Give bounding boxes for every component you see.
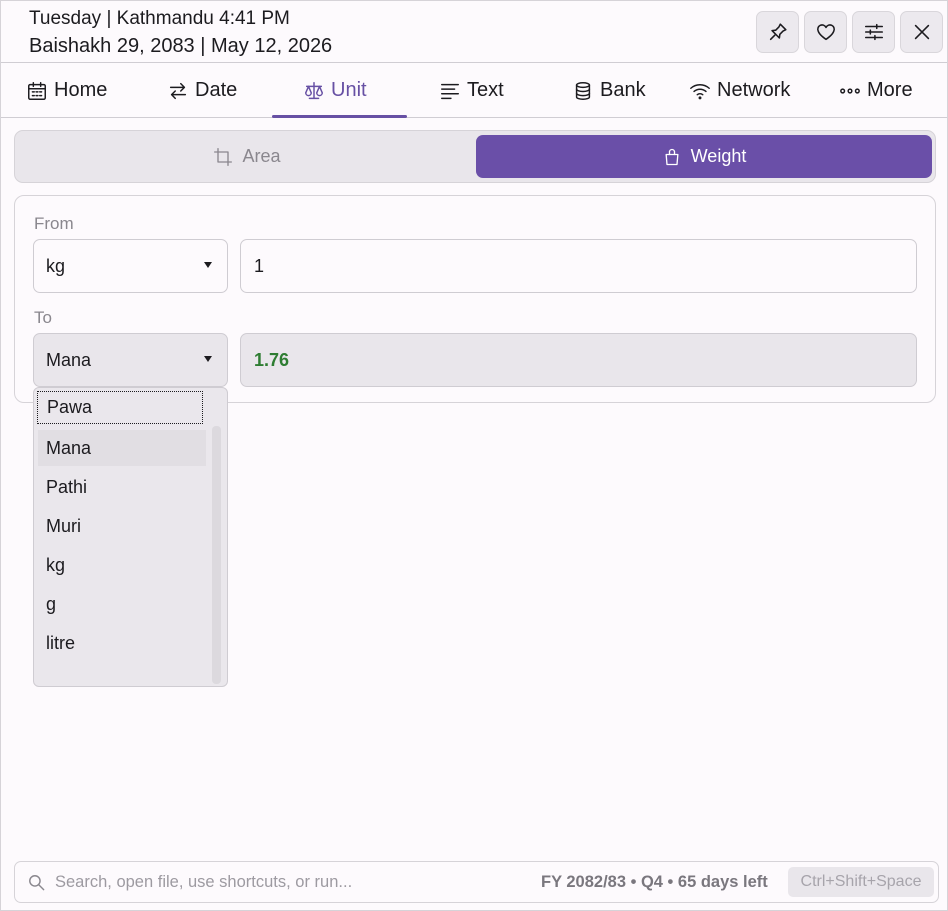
tab-unit-label: Unit bbox=[331, 79, 367, 101]
wifi-icon bbox=[690, 83, 710, 99]
from-unit-value: kg bbox=[46, 255, 66, 276]
search-icon bbox=[29, 875, 45, 891]
dropdown-option[interactable]: Muri bbox=[34, 508, 209, 544]
close-icon bbox=[914, 24, 929, 40]
close-button[interactable] bbox=[900, 11, 943, 53]
settings-button[interactable] bbox=[852, 11, 895, 53]
converter-card: From kg 1 To Mana 1.76 bbox=[14, 195, 936, 403]
dropdown-option[interactable]: kg bbox=[34, 547, 209, 583]
tab-network-label: Network bbox=[717, 79, 791, 101]
area-segment-button[interactable]: Area bbox=[19, 135, 475, 178]
to-label: To bbox=[34, 308, 52, 327]
tab-bank[interactable]: Bank bbox=[572, 64, 646, 117]
unit-type-segment: Area Weight bbox=[14, 130, 936, 183]
tab-bank-label: Bank bbox=[600, 79, 646, 101]
from-unit-select[interactable]: kg bbox=[33, 239, 228, 293]
to-unit-value: Mana bbox=[46, 349, 92, 370]
favorite-button[interactable] bbox=[804, 11, 847, 53]
pin-icon bbox=[769, 23, 787, 41]
swap-arrows-icon bbox=[169, 82, 187, 99]
dropdown-option[interactable]: Pawa bbox=[37, 391, 203, 424]
tab-home-label: Home bbox=[54, 79, 108, 101]
tab-date-label: Date bbox=[195, 79, 238, 101]
to-unit-select[interactable]: Mana bbox=[33, 333, 228, 387]
shopping-bag-icon bbox=[665, 148, 679, 165]
from-label: From bbox=[34, 214, 74, 233]
dropdown-option[interactable]: Mana bbox=[38, 430, 206, 466]
header: Tuesday | Kathmandu 4:41 PM Baishakh 29,… bbox=[1, 1, 947, 63]
weight-segment-button[interactable]: Weight bbox=[476, 135, 932, 178]
active-tab-indicator bbox=[272, 115, 407, 118]
scale-icon bbox=[305, 81, 323, 99]
to-value-text: 1.76 bbox=[254, 349, 290, 370]
tab-home[interactable]: Home bbox=[26, 64, 107, 117]
shortcut-badge: Ctrl+Shift+Space bbox=[788, 867, 934, 897]
database-icon bbox=[575, 81, 591, 100]
calendar-icon bbox=[28, 81, 46, 100]
weight-segment-label: Weight bbox=[690, 146, 747, 166]
fiscal-year-info: FY 2082/83 • Q4 • 65 days left bbox=[541, 873, 768, 891]
dropdown-option[interactable]: Pathi bbox=[34, 469, 209, 505]
to-unit-dropdown-list: Pawa Mana Pathi Muri kg g litre bbox=[33, 387, 228, 687]
pin-button[interactable] bbox=[756, 11, 799, 53]
search-input[interactable] bbox=[55, 867, 525, 897]
from-value-input[interactable]: 1 bbox=[240, 239, 917, 293]
sliders-icon bbox=[864, 23, 883, 41]
area-segment-label: Area bbox=[242, 146, 281, 166]
main-tabs: Home Date Unit Text Bank Network More bbox=[1, 64, 947, 118]
day-location-time: Tuesday | Kathmandu 4:41 PM bbox=[29, 8, 290, 29]
dropdown-scrollbar[interactable] bbox=[212, 426, 221, 684]
caret-down-icon bbox=[204, 262, 212, 268]
caret-down-icon bbox=[204, 356, 212, 362]
command-bar: FY 2082/83 • Q4 • 65 days left Ctrl+Shif… bbox=[14, 861, 939, 903]
from-value-text: 1 bbox=[254, 255, 265, 276]
dropdown-option[interactable]: g bbox=[34, 586, 209, 622]
tab-unit[interactable]: Unit bbox=[303, 64, 367, 117]
tab-text[interactable]: Text bbox=[439, 64, 504, 117]
tab-date[interactable]: Date bbox=[167, 64, 237, 117]
tab-more-label: More bbox=[867, 79, 913, 101]
tab-more[interactable]: More bbox=[839, 64, 913, 117]
to-value-output: 1.76 bbox=[240, 333, 917, 387]
more-dots-icon bbox=[840, 87, 860, 94]
dropdown-option[interactable]: litre bbox=[34, 625, 209, 661]
crop-icon bbox=[214, 147, 233, 166]
heart-icon bbox=[816, 24, 835, 41]
tab-network[interactable]: Network bbox=[689, 64, 790, 117]
tab-text-label: Text bbox=[467, 79, 504, 101]
app-window: Tuesday | Kathmandu 4:41 PM Baishakh 29,… bbox=[0, 0, 948, 911]
nepali-english-date: Baishakh 29, 2083 | May 12, 2026 bbox=[29, 35, 333, 57]
text-lines-icon bbox=[441, 83, 459, 99]
